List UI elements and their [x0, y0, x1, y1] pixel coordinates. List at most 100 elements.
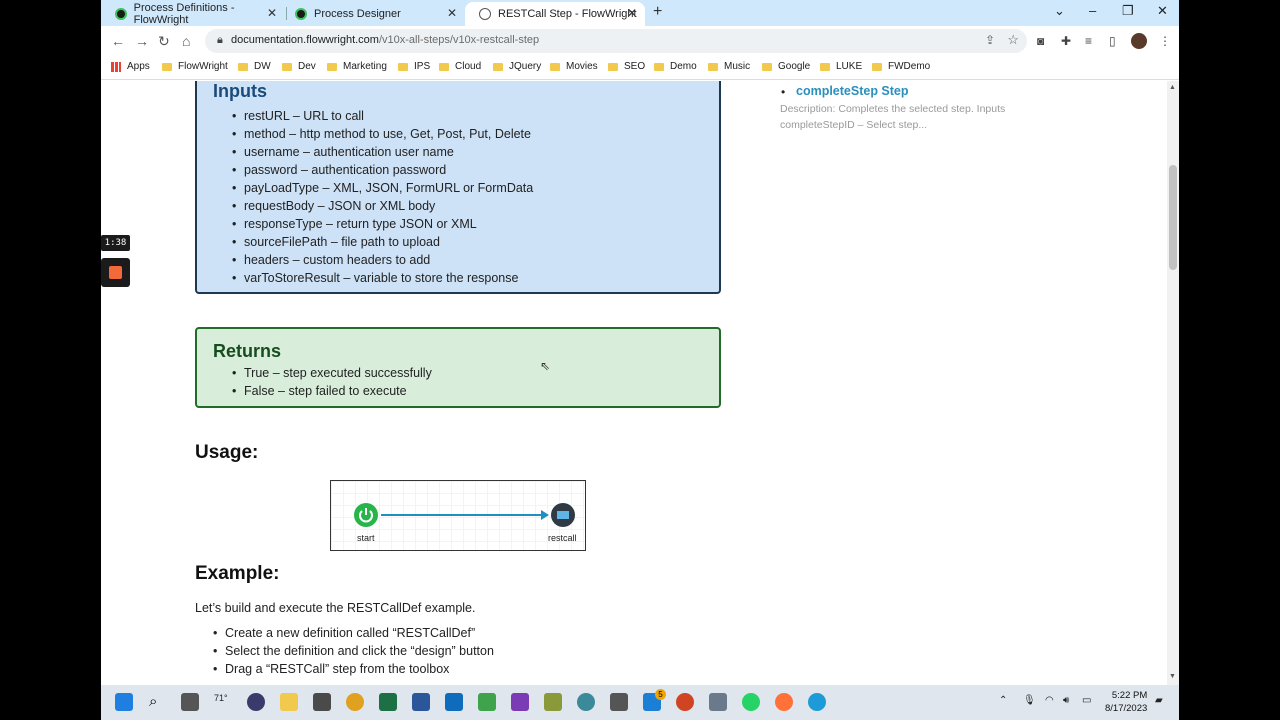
bookmark-luke[interactable]: LUKE	[820, 61, 862, 72]
sidepanel-icon[interactable]: ▯	[1109, 34, 1116, 48]
windows-start-icon[interactable]	[115, 693, 133, 711]
paint-icon[interactable]	[544, 693, 562, 711]
tab-title: RESTCall Step - FlowWright	[498, 8, 637, 20]
stop-recording-button[interactable]	[101, 258, 130, 287]
address-bar[interactable]: 🔒︎ documentation.flowwright.com/v10x-all…	[205, 29, 1027, 53]
outlook-icon[interactable]	[445, 693, 463, 711]
lock-app-icon[interactable]	[247, 693, 265, 711]
visual-studio-icon[interactable]	[511, 693, 529, 711]
media-icon[interactable]: ≡	[1085, 34, 1092, 48]
flowwright-icon	[115, 8, 127, 20]
example-heading: Example:	[195, 563, 280, 584]
tab-restcall-step[interactable]: RESTCall Step - FlowWright ✕	[465, 2, 645, 26]
tool-app-icon[interactable]	[610, 693, 628, 711]
snipping-tool-icon[interactable]	[709, 693, 727, 711]
extensions-icon[interactable]: ✚	[1061, 34, 1071, 48]
list-item: Create a new definition called “RESTCall…	[213, 624, 494, 642]
scroll-thumb[interactable]	[1169, 165, 1177, 270]
close-icon[interactable]: ✕	[447, 6, 457, 20]
scroll-up-icon[interactable]: ▲	[1169, 84, 1176, 91]
volume-icon[interactable]: 🔊︎	[1063, 695, 1069, 706]
folder-icon	[550, 62, 560, 71]
notifications-icon[interactable]: ▰	[1155, 695, 1163, 706]
close-icon[interactable]: ✕	[627, 6, 637, 20]
bookmark-dev[interactable]: Dev	[282, 61, 316, 72]
folder-icon	[708, 62, 718, 71]
restcall-node-icon	[551, 503, 575, 527]
page-content: Inputs restURL – URL to call method – ht…	[101, 81, 1179, 685]
close-icon[interactable]: ✕	[267, 6, 277, 20]
list-item: method – http method to use, Get, Post, …	[232, 125, 533, 143]
search-icon[interactable]: ⌕	[149, 693, 167, 711]
bookmark-seo[interactable]: SEO	[608, 61, 645, 72]
list-item: headers – custom headers to add	[232, 251, 533, 269]
restcall-label: restcall	[548, 533, 577, 543]
globe-icon	[479, 8, 491, 20]
bookmark-flowwright[interactable]: FlowWright	[162, 61, 228, 72]
bookmark-jquery[interactable]: JQuery	[493, 61, 541, 72]
new-tab-button[interactable]: +	[653, 3, 662, 21]
bookmark-fwdemo[interactable]: FWDemo	[872, 61, 930, 72]
bookmark-demo[interactable]: Demo	[654, 61, 697, 72]
battery-icon[interactable]: ▭	[1082, 695, 1091, 706]
bookmark-marketing[interactable]: Marketing	[327, 61, 387, 72]
tab-title: Process Definitions - FlowWright	[133, 2, 235, 26]
system-clock[interactable]: 5:22 PM 8/17/2023	[1105, 689, 1147, 715]
back-button[interactable]: ←	[111, 33, 125, 49]
home-button[interactable]: ⌂	[182, 33, 190, 49]
chevron-up-icon[interactable]: ⌃	[999, 695, 1007, 706]
powerpoint-icon[interactable]	[676, 693, 694, 711]
start-node-icon	[354, 503, 378, 527]
weather-icon[interactable]: 71°	[214, 693, 232, 711]
bookmark-movies[interactable]: Movies	[550, 61, 598, 72]
microphone-icon[interactable]: 🎙︎	[1023, 695, 1036, 706]
scrollbar[interactable]: ▲ ▼	[1167, 81, 1179, 685]
tab-process-designer[interactable]: Process Designer ✕	[281, 2, 465, 26]
firefox-icon[interactable]	[775, 693, 793, 711]
folder-icon	[398, 62, 408, 71]
task-view-icon[interactable]	[181, 693, 199, 711]
globe-app-icon[interactable]	[577, 693, 595, 711]
excel-icon[interactable]	[379, 693, 397, 711]
share-icon[interactable]: ⇪	[985, 33, 995, 47]
minimize-button[interactable]: –	[1089, 3, 1096, 18]
camera-icon[interactable]: ◙	[1037, 34, 1044, 48]
url-text: documentation.flowwright.com/v10x-all-st…	[231, 34, 540, 46]
sidebar-link-completestep[interactable]: completeStep Step	[796, 84, 909, 98]
list-item: False – step failed to execute	[232, 382, 432, 400]
maximize-button[interactable]: ❐	[1122, 3, 1134, 19]
bookmark-dw[interactable]: DW	[238, 61, 271, 72]
folder-icon	[282, 62, 292, 71]
mremoteng-icon[interactable]	[313, 693, 331, 711]
edge-icon[interactable]	[808, 693, 826, 711]
scroll-down-icon[interactable]: ▼	[1169, 673, 1176, 680]
folder-icon	[439, 62, 449, 71]
chevron-down-icon[interactable]: ⌄	[1054, 3, 1065, 19]
recording-timer: 1:38	[101, 235, 130, 251]
folder-icon	[162, 62, 172, 71]
bookmark-apps[interactable]: Apps	[111, 61, 150, 72]
list-item: Select the definition and click the “des…	[213, 642, 494, 660]
reload-button[interactable]: ↻	[158, 33, 170, 50]
file-explorer-icon[interactable]	[280, 693, 298, 711]
word-icon[interactable]	[412, 693, 430, 711]
notepadpp-icon[interactable]	[478, 693, 496, 711]
lock-icon: 🔒︎	[217, 34, 223, 46]
tab-process-definitions[interactable]: Process Definitions - FlowWright ✕	[101, 2, 285, 26]
menu-icon[interactable]: ⋮	[1159, 34, 1171, 48]
chrome-icon[interactable]	[346, 693, 364, 711]
avatar[interactable]	[1131, 33, 1147, 49]
wifi-icon[interactable]: ◠	[1045, 695, 1054, 706]
star-icon[interactable]: ☆	[1007, 32, 1019, 48]
bookmark-ips[interactable]: IPS	[398, 61, 430, 72]
window-close-button[interactable]: ✕	[1157, 3, 1168, 19]
browser-toolbar: ← → ↻ ⌂ 🔒︎ documentation.flowwright.com/…	[101, 26, 1179, 56]
bookmark-google[interactable]: Google	[762, 61, 810, 72]
bookmark-music[interactable]: Music	[708, 61, 750, 72]
list-item: restURL – URL to call	[232, 107, 533, 125]
list-item: responseType – return type JSON or XML	[232, 215, 533, 233]
whatsapp-icon[interactable]	[742, 693, 760, 711]
forward-button[interactable]: →	[135, 33, 149, 49]
bookmark-cloud[interactable]: Cloud	[439, 61, 481, 72]
list-item: requestBody – JSON or XML body	[232, 197, 533, 215]
